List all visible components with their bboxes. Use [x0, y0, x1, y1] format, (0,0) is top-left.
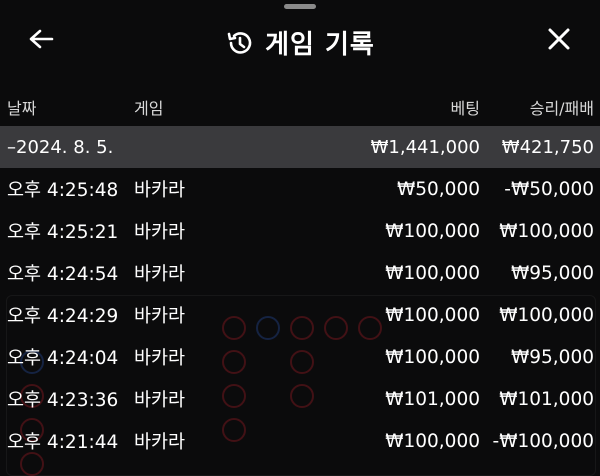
column-header-game: 게임 [134, 99, 164, 118]
sheet-drag-handle[interactable] [284, 4, 316, 9]
row-time: 오후 4:24:54 [7, 264, 119, 285]
row-time: 오후 4:21:44 [7, 432, 119, 453]
group-result-total: ₩421,750 [501, 136, 594, 158]
history-icon [225, 28, 255, 58]
row-result: -₩100,000 [492, 430, 594, 452]
table-row[interactable]: 오후 4:23:36 바카라 ₩101,000 ₩101,000 [0, 378, 600, 420]
close-icon [547, 27, 571, 55]
row-game: 바카라 [134, 348, 186, 369]
row-result: ₩101,000 [499, 388, 594, 410]
column-header-result: 승리/패배 [529, 99, 594, 118]
row-result: ₩100,000 [499, 304, 594, 326]
row-result: -₩50,000 [504, 178, 594, 200]
row-game: 바카라 [134, 306, 186, 327]
row-time: 오후 4:24:04 [7, 348, 119, 369]
close-button[interactable] [544, 26, 574, 56]
title-group: 게임 기록 [0, 24, 600, 61]
row-result: ₩95,000 [510, 262, 594, 284]
row-game: 바카라 [134, 264, 186, 285]
table-row[interactable]: 오후 4:24:29 바카라 ₩100,000 ₩100,000 [0, 294, 600, 336]
column-header-date: 날짜 [7, 99, 37, 118]
table-header-row: 날짜 게임 베팅 승리/패배 [0, 88, 600, 126]
group-bet-total: ₩1,441,000 [370, 136, 480, 158]
row-bet: ₩100,000 [385, 220, 480, 242]
column-header-bet: 베팅 [450, 99, 480, 118]
row-bet: ₩100,000 [385, 304, 480, 326]
row-time: 오후 4:25:48 [7, 180, 119, 201]
row-game: 바카라 [134, 222, 186, 243]
row-result: ₩95,000 [510, 346, 594, 368]
row-game: 바카라 [134, 180, 186, 201]
page-title: 게임 기록 [265, 30, 375, 60]
header: 게임 기록 [0, 14, 600, 68]
table-row[interactable]: 오후 4:25:48 바카라 ₩50,000 -₩50,000 [0, 168, 600, 210]
table-row[interactable]: 오후 4:21:44 바카라 ₩100,000 -₩100,000 [0, 420, 600, 462]
row-time: 오후 4:24:29 [7, 306, 119, 327]
row-bet: ₩100,000 [385, 430, 480, 452]
row-bet: ₩101,000 [385, 388, 480, 410]
row-bet: ₩50,000 [396, 178, 480, 200]
row-time: 오후 4:23:36 [7, 390, 119, 411]
row-bet: ₩100,000 [385, 346, 480, 368]
date-group-row[interactable]: –2024. 8. 5. ₩1,441,000 ₩421,750 [0, 126, 600, 168]
table-row[interactable]: 오후 4:24:54 바카라 ₩100,000 ₩95,000 [0, 252, 600, 294]
row-result: ₩100,000 [499, 220, 594, 242]
group-date: –2024. 8. 5. [7, 136, 114, 158]
row-bet: ₩100,000 [385, 262, 480, 284]
table-row[interactable]: 오후 4:25:21 바카라 ₩100,000 ₩100,000 [0, 210, 600, 252]
game-history-table: 날짜 게임 베팅 승리/패배 –2024. 8. 5. ₩1,441,000 ₩… [0, 88, 600, 462]
row-game: 바카라 [134, 432, 186, 453]
row-game: 바카라 [134, 390, 186, 411]
row-time: 오후 4:25:21 [7, 222, 119, 243]
table-row[interactable]: 오후 4:24:04 바카라 ₩100,000 ₩95,000 [0, 336, 600, 378]
